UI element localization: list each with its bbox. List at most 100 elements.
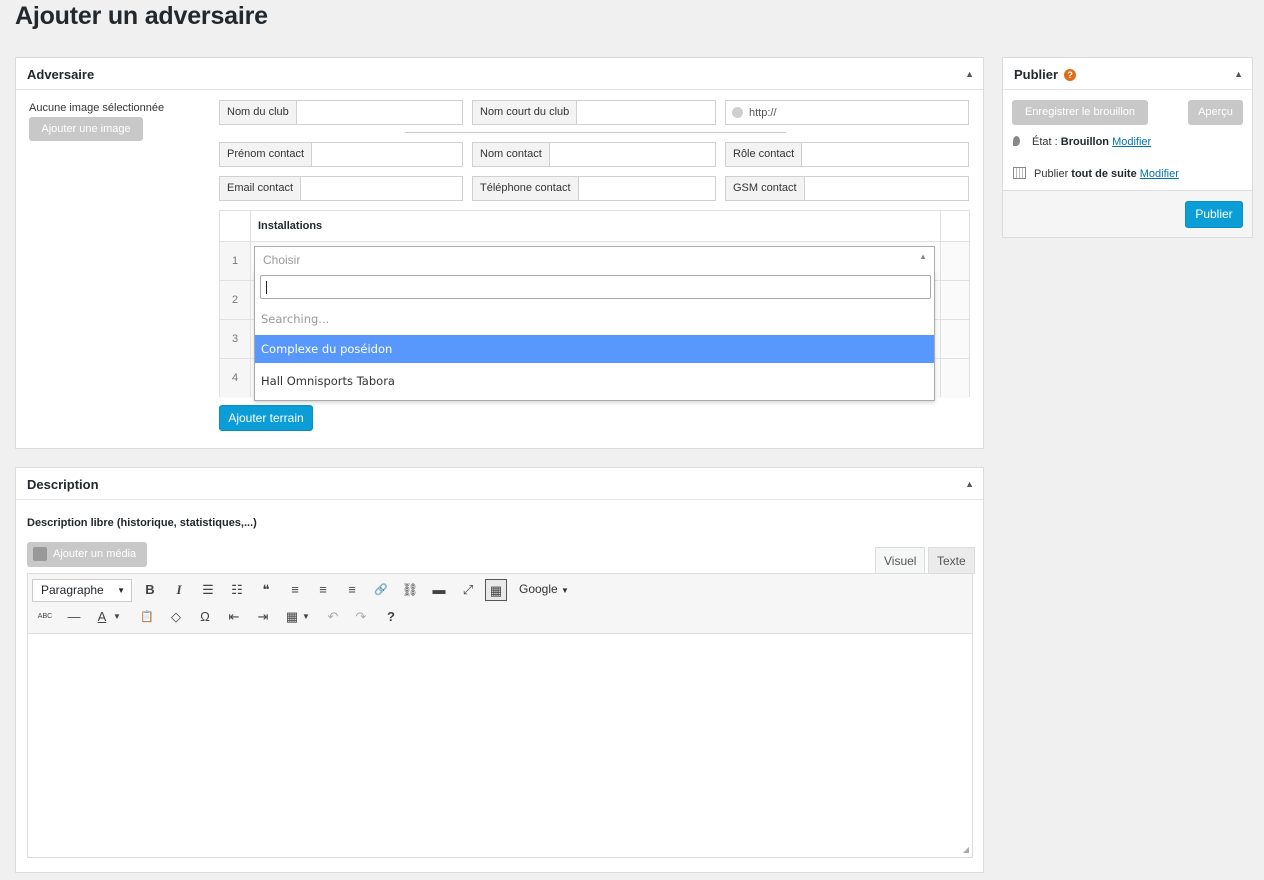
add-image-button[interactable]: Ajouter une image xyxy=(29,117,143,141)
installations-title: Installations xyxy=(258,220,323,232)
schedule-value: tout de suite xyxy=(1071,168,1137,180)
link-icon[interactable]: 🔗 xyxy=(370,579,392,601)
short-name-input[interactable] xyxy=(577,101,715,124)
no-image-text: Aucune image sélectionnée xyxy=(29,102,165,114)
gsm-field[interactable]: GSM contact xyxy=(725,176,969,201)
font-menu[interactable]: Google ▼ xyxy=(519,582,569,596)
page-title: Ajouter un adversaire xyxy=(15,2,268,30)
adversaire-box: Adversaire ▲ Aucune image sélectionnée A… xyxy=(15,57,984,449)
installations-header: Installations xyxy=(220,211,969,242)
gsm-input[interactable] xyxy=(805,177,968,200)
read-more-icon[interactable]: ▬ xyxy=(428,579,450,601)
unlink-icon[interactable]: ⛓ xyxy=(399,579,421,601)
last-name-field[interactable]: Nom contact xyxy=(472,142,716,167)
editor-toolbar: Paragraphe ▼ B I ☰ ☷ ❝ ≡ ≡ ≡ 🔗 ⛓ ▬ ⤢ ▦ G… xyxy=(28,574,972,634)
dropdown-search-input[interactable] xyxy=(260,275,931,299)
fullscreen-icon[interactable]: ⤢ xyxy=(457,579,479,601)
strikethrough-icon[interactable]: ABC xyxy=(34,606,56,628)
editor: Paragraphe ▼ B I ☰ ☷ ❝ ≡ ≡ ≡ 🔗 ⛓ ▬ ⤢ ▦ G… xyxy=(27,573,973,858)
modify-schedule-link[interactable]: Modifier xyxy=(1140,168,1179,180)
outdent-icon[interactable]: ⇤ xyxy=(223,606,245,628)
dropdown-option[interactable]: Hall Omnisports Tabora xyxy=(255,367,934,395)
tab-text[interactable]: Texte xyxy=(928,547,975,574)
pin-icon xyxy=(1013,136,1020,146)
email-field[interactable]: Email contact xyxy=(219,176,463,201)
table-dropdown-icon[interactable]: ▼ xyxy=(300,606,312,628)
horizontal-rule-icon[interactable]: — xyxy=(63,606,85,628)
modify-status-link[interactable]: Modifier xyxy=(1112,136,1151,148)
collapse-arrow-icon[interactable]: ▲ xyxy=(965,479,974,489)
publish-box-header[interactable]: Publier? ▲ xyxy=(1003,58,1252,90)
row-number[interactable]: 2 xyxy=(220,281,251,319)
globe-icon xyxy=(732,107,743,118)
italic-icon[interactable]: I xyxy=(168,579,190,601)
club-name-input[interactable] xyxy=(297,101,462,124)
club-name-label: Nom du club xyxy=(220,101,297,124)
url-input[interactable]: http:// xyxy=(749,107,777,119)
redo-icon[interactable]: ↷ xyxy=(350,606,372,628)
role-input[interactable] xyxy=(802,143,968,166)
text-color-icon[interactable]: A xyxy=(91,606,113,628)
row-number[interactable]: 1 xyxy=(220,242,251,280)
phone-input[interactable] xyxy=(579,177,715,200)
chevron-down-icon: ▼ xyxy=(117,586,125,595)
dropdown-arrow-icon[interactable]: ▲ xyxy=(919,252,927,261)
url-field[interactable]: http:// xyxy=(725,100,969,125)
phone-label: Téléphone contact xyxy=(473,177,579,200)
add-field-button[interactable]: Ajouter terrain xyxy=(219,405,313,431)
numbered-list-icon[interactable]: ☷ xyxy=(226,579,248,601)
clear-format-icon[interactable]: ◇ xyxy=(165,606,187,628)
installation-select[interactable]: Choisir ▲ xyxy=(254,246,935,271)
last-name-label: Nom contact xyxy=(473,143,550,166)
preview-button[interactable]: Aperçu xyxy=(1188,100,1243,125)
club-name-field[interactable]: Nom du club xyxy=(219,100,463,125)
align-center-icon[interactable]: ≡ xyxy=(312,579,334,601)
bold-icon[interactable]: B xyxy=(139,579,161,601)
last-name-input[interactable] xyxy=(550,143,715,166)
collapse-arrow-icon[interactable]: ▲ xyxy=(1234,69,1243,79)
role-field[interactable]: Rôle contact xyxy=(725,142,969,167)
save-draft-button[interactable]: Enregistrer le brouillon xyxy=(1012,100,1148,125)
paste-text-icon[interactable]: 📋 xyxy=(136,606,158,628)
help-icon[interactable]: ? xyxy=(1064,69,1077,81)
toolbar-toggle-icon[interactable]: ▦ xyxy=(485,579,507,601)
schedule-line: Publier tout de suite Modifier xyxy=(1013,167,1179,180)
text-cursor xyxy=(266,281,267,294)
format-select[interactable]: Paragraphe ▼ xyxy=(32,579,132,602)
email-label: Email contact xyxy=(220,177,302,200)
blockquote-icon[interactable]: ❝ xyxy=(255,579,277,601)
status-line: État : Brouillon Modifier xyxy=(1013,136,1151,148)
gsm-label: GSM contact xyxy=(726,177,805,200)
text-color-dropdown-icon[interactable]: ▼ xyxy=(111,606,123,628)
publish-button[interactable]: Publier xyxy=(1185,201,1243,228)
align-right-icon[interactable]: ≡ xyxy=(341,579,363,601)
first-name-field[interactable]: Prénom contact xyxy=(219,142,463,167)
indent-icon[interactable]: ⇥ xyxy=(252,606,274,628)
resize-handle-icon[interactable]: ◢ xyxy=(963,845,969,854)
short-name-field[interactable]: Nom court du club xyxy=(472,100,716,125)
format-select-value: Paragraphe xyxy=(41,583,104,597)
publish-box-title: Publier? xyxy=(1014,67,1077,82)
undo-icon[interactable]: ↶ xyxy=(322,606,344,628)
align-left-icon[interactable]: ≡ xyxy=(284,579,306,601)
phone-field[interactable]: Téléphone contact xyxy=(472,176,716,201)
help-icon[interactable]: ? xyxy=(380,606,402,628)
description-box-header[interactable]: Description ▲ xyxy=(16,468,983,500)
collapse-arrow-icon[interactable]: ▲ xyxy=(965,69,974,79)
font-menu-label: Google xyxy=(519,582,558,596)
email-input[interactable] xyxy=(301,177,462,200)
add-media-button[interactable]: Ajouter un média xyxy=(27,542,147,567)
publish-box: Publier? ▲ Enregistrer le brouillon Aper… xyxy=(1002,57,1253,238)
adversaire-box-header[interactable]: Adversaire ▲ xyxy=(16,58,983,90)
editor-content-area[interactable] xyxy=(28,634,972,856)
row-number[interactable]: 3 xyxy=(220,320,251,358)
bullet-list-icon[interactable]: ☰ xyxy=(197,579,219,601)
first-name-input[interactable] xyxy=(312,143,462,166)
installation-dropdown: Searching... Complexe du poséidon Hall O… xyxy=(254,270,935,401)
special-char-icon[interactable]: Ω xyxy=(194,606,216,628)
row-number[interactable]: 4 xyxy=(220,359,251,397)
description-label: Description libre (historique, statistiq… xyxy=(27,517,257,529)
media-icon xyxy=(33,547,47,561)
tab-visual[interactable]: Visuel xyxy=(875,547,926,574)
dropdown-option[interactable]: Complexe du poséidon xyxy=(255,335,934,363)
